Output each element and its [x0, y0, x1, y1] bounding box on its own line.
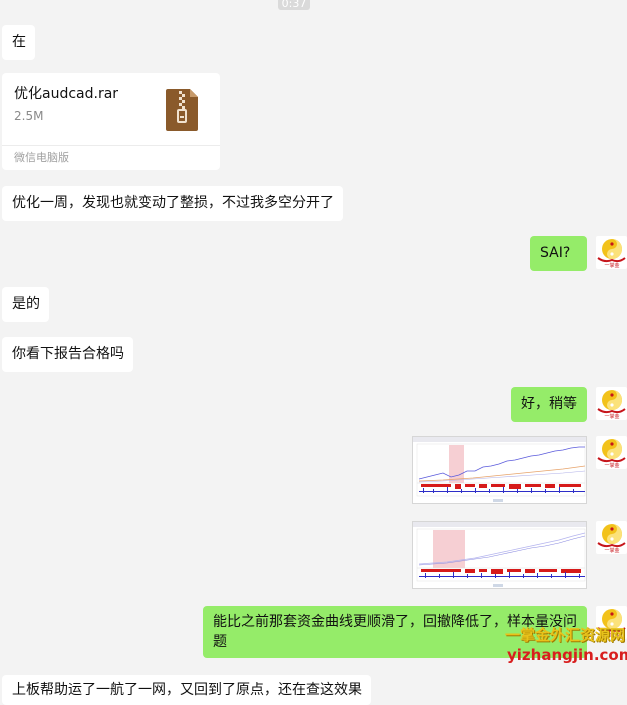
timestamp-label: 0:37: [278, 0, 310, 10]
avatar[interactable]: 一掌金: [596, 387, 627, 420]
file-size: 2.5M: [14, 109, 44, 123]
avatar[interactable]: 一掌金: [596, 436, 627, 469]
report-screenshot-image[interactable]: [412, 521, 587, 589]
watermark-url: yizhangjin.com: [507, 646, 627, 664]
file-attachment-card[interactable]: 优化audcad.rar 2.5M 微信电脑版: [2, 73, 220, 170]
message-bubble-incoming[interactable]: 是的: [2, 287, 49, 322]
svg-text:一掌金: 一掌金: [604, 462, 619, 469]
report-chart-thumbnail: [413, 522, 586, 587]
watermark-site-name: 一掌金外汇资源网: [505, 626, 626, 644]
message-text: SAI?: [540, 245, 571, 261]
svg-text:一掌金: 一掌金: [604, 262, 619, 269]
message-bubble-incoming[interactable]: 你看下报告合格吗: [2, 337, 133, 372]
message-bubble-incoming[interactable]: 在: [2, 25, 35, 60]
logo-avatar-icon: 一掌金: [597, 524, 626, 554]
message-bubble-outgoing[interactable]: 好，稍等: [511, 387, 587, 422]
avatar[interactable]: 一掌金: [596, 236, 627, 269]
message-text: 好，稍等: [521, 396, 577, 412]
message-text: 在: [12, 34, 26, 50]
report-chart-thumbnail: [413, 437, 586, 502]
svg-text:一掌金: 一掌金: [604, 413, 619, 420]
message-bubble-incoming[interactable]: 优化一周，发现也就变动了整损，不过我多空分开了: [2, 186, 343, 221]
logo-avatar-icon: 一掌金: [597, 390, 626, 420]
svg-text:一掌金: 一掌金: [604, 547, 619, 554]
report-screenshot-image[interactable]: [412, 436, 587, 504]
message-text: 优化一周，发现也就变动了整损，不过我多空分开了: [12, 195, 334, 211]
message-bubble-outgoing[interactable]: SAI?: [530, 236, 587, 271]
logo-avatar-icon: 一掌金: [597, 439, 626, 469]
message-text: 是的: [12, 296, 40, 312]
file-source-label: 微信电脑版: [2, 145, 220, 170]
file-name: 优化audcad.rar: [14, 86, 119, 102]
zip-file-icon: [166, 89, 198, 131]
logo-avatar-icon: 一掌金: [597, 239, 626, 269]
message-text: 你看下报告合格吗: [12, 346, 124, 362]
message-text: 上板帮助运了一航了一网，又回到了原点，还在查这效果: [12, 682, 362, 698]
avatar[interactable]: 一掌金: [596, 521, 627, 554]
message-bubble-incoming[interactable]: 上板帮助运了一航了一网，又回到了原点，还在查这效果: [2, 675, 371, 705]
